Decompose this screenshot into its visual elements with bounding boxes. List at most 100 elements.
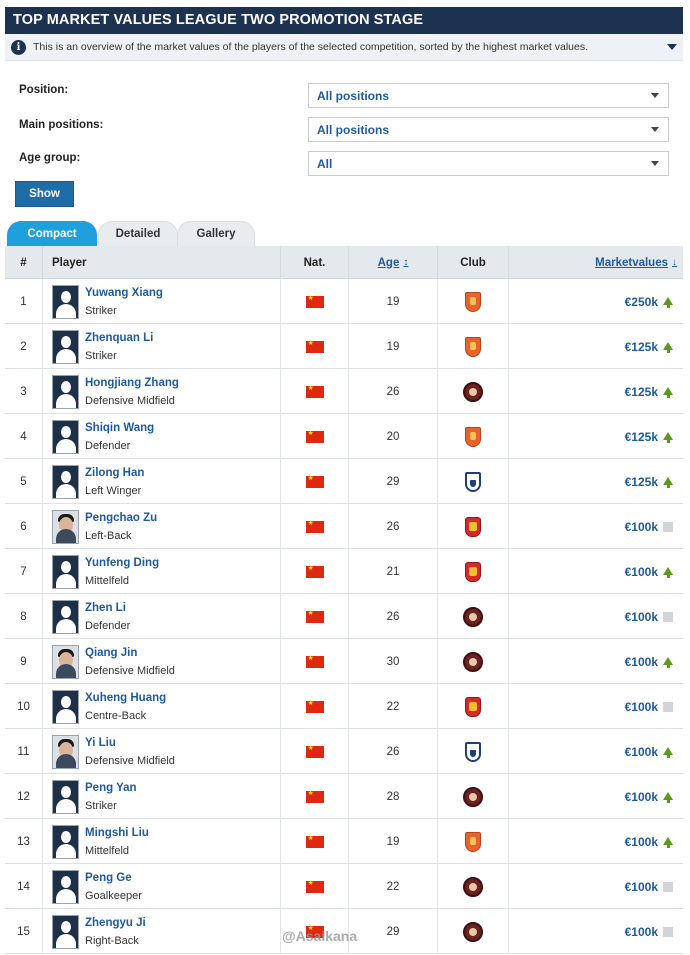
table-row: 11 Yi Liu Defensive Midfield 26 €100k xyxy=(5,729,683,774)
trend-neutral-icon xyxy=(663,926,673,937)
player-name-link[interactable]: Mingshi Liu xyxy=(85,824,149,842)
player-avatar[interactable] xyxy=(52,374,79,409)
player-name-link[interactable]: Pengchao Zu xyxy=(85,509,157,527)
club-cell xyxy=(438,324,509,369)
club-crest-icon[interactable] xyxy=(463,381,483,402)
player-avatar[interactable] xyxy=(52,644,79,679)
tab-compact[interactable]: Compact xyxy=(7,221,97,246)
column-header-age-label: Age xyxy=(377,256,400,269)
market-value-link[interactable]: €125k xyxy=(625,475,658,489)
market-value-link[interactable]: €100k xyxy=(625,610,658,624)
table-body: 1 Yuwang Xiang Striker 19 €250k 2 Zhenquan Li S… xyxy=(5,279,683,954)
player-name-link[interactable]: Shiqin Wang xyxy=(85,419,154,437)
club-cell xyxy=(438,369,509,414)
trend-up-icon xyxy=(663,566,673,578)
position-select-value: All positions xyxy=(317,89,389,103)
club-crest-icon[interactable] xyxy=(463,651,483,672)
show-button[interactable]: Show xyxy=(15,181,74,207)
china-flag-icon xyxy=(305,519,324,533)
club-crest-icon[interactable] xyxy=(465,471,481,492)
market-value-cell: €100k xyxy=(509,819,683,864)
row-number: 12 xyxy=(5,774,43,819)
player-name-link[interactable]: Zhenquan Li xyxy=(85,329,153,347)
player-name-link[interactable]: Xuheng Huang xyxy=(85,689,166,707)
position-select[interactable]: All positions xyxy=(308,83,669,108)
player-avatar[interactable] xyxy=(52,284,79,319)
market-value-cell: €100k xyxy=(509,684,683,729)
market-value-link[interactable]: €250k xyxy=(625,295,658,309)
player-avatar[interactable] xyxy=(52,914,79,949)
nationality-cell xyxy=(281,504,349,549)
nationality-cell xyxy=(281,774,349,819)
player-cell: Yuwang Xiang Striker xyxy=(43,279,281,324)
player-avatar[interactable] xyxy=(52,734,79,769)
player-position: Right-Back xyxy=(85,934,139,947)
player-avatar[interactable] xyxy=(52,689,79,724)
player-avatar[interactable] xyxy=(52,419,79,454)
player-name-link[interactable]: Peng Yan xyxy=(85,779,137,797)
player-avatar[interactable] xyxy=(52,464,79,499)
club-crest-icon[interactable] xyxy=(463,921,483,942)
age-group-label: Age group: xyxy=(19,152,81,164)
market-value-link[interactable]: €100k xyxy=(625,880,658,894)
market-value-link[interactable]: €125k xyxy=(625,430,658,444)
player-name-link[interactable]: Yi Liu xyxy=(85,734,175,752)
player-name-link[interactable]: Zilong Han xyxy=(85,464,144,482)
player-cell: Qiang Jin Defensive Midfield xyxy=(43,639,281,684)
market-value-link[interactable]: €100k xyxy=(625,655,658,669)
club-crest-icon[interactable] xyxy=(463,786,483,807)
nationality-cell xyxy=(281,684,349,729)
market-value-link[interactable]: €100k xyxy=(625,700,658,714)
club-cell xyxy=(438,909,509,954)
trend-up-icon xyxy=(663,656,673,668)
column-header-marketvalues[interactable]: Marketvalues ↓ xyxy=(509,246,683,279)
age-cell: 19 xyxy=(349,279,438,324)
player-cell: Zhen Li Defender xyxy=(43,594,281,639)
player-name-link[interactable]: Yunfeng Ding xyxy=(85,554,159,572)
player-avatar[interactable] xyxy=(52,329,79,364)
player-avatar[interactable] xyxy=(52,509,79,544)
main-positions-select[interactable]: All positions xyxy=(308,117,669,142)
club-crest-icon[interactable] xyxy=(465,516,481,537)
club-crest-icon[interactable] xyxy=(465,831,481,852)
chevron-down-icon[interactable] xyxy=(667,44,677,50)
player-avatar[interactable] xyxy=(52,869,79,904)
market-value-link[interactable]: €100k xyxy=(625,835,658,849)
player-avatar[interactable] xyxy=(52,824,79,859)
row-number: 7 xyxy=(5,549,43,594)
club-crest-icon[interactable] xyxy=(465,696,481,717)
club-crest-icon[interactable] xyxy=(465,291,481,312)
info-bar[interactable]: i This is an overview of the market valu… xyxy=(5,34,683,61)
market-value-link[interactable]: €125k xyxy=(625,340,658,354)
market-value-link[interactable]: €100k xyxy=(625,520,658,534)
player-name-link[interactable]: Zhengyu Ji xyxy=(85,914,146,932)
club-crest-icon[interactable] xyxy=(465,426,481,447)
player-name-link[interactable]: Qiang Jin xyxy=(85,644,175,662)
age-group-select-value: All xyxy=(317,157,333,171)
column-header-age[interactable]: Age ↕ xyxy=(349,246,438,279)
player-avatar[interactable] xyxy=(52,554,79,589)
market-value-link[interactable]: €100k xyxy=(625,745,658,759)
age-group-select[interactable]: All xyxy=(308,151,669,176)
market-value-link[interactable]: €100k xyxy=(625,790,658,804)
player-position: Defensive Midfield xyxy=(85,754,175,767)
club-crest-icon[interactable] xyxy=(465,336,481,357)
china-flag-icon xyxy=(305,339,324,353)
player-avatar[interactable] xyxy=(52,599,79,634)
player-name-link[interactable]: Hongjiang Zhang xyxy=(85,374,179,392)
table-row: 1 Yuwang Xiang Striker 19 €250k xyxy=(5,279,683,324)
player-avatar[interactable] xyxy=(52,779,79,814)
market-value-link[interactable]: €100k xyxy=(625,925,658,939)
player-name-link[interactable]: Peng Ge xyxy=(85,869,142,887)
player-name-link[interactable]: Zhen Li xyxy=(85,599,130,617)
tab-gallery[interactable]: Gallery xyxy=(177,221,255,246)
market-value-link[interactable]: €100k xyxy=(625,565,658,579)
info-text: This is an overview of the market values… xyxy=(33,41,589,53)
market-value-link[interactable]: €125k xyxy=(625,385,658,399)
club-crest-icon[interactable] xyxy=(465,561,481,582)
club-crest-icon[interactable] xyxy=(463,876,483,897)
club-crest-icon[interactable] xyxy=(465,741,481,762)
tab-detailed[interactable]: Detailed xyxy=(98,221,178,246)
player-name-link[interactable]: Yuwang Xiang xyxy=(85,284,163,302)
club-crest-icon[interactable] xyxy=(463,606,483,627)
